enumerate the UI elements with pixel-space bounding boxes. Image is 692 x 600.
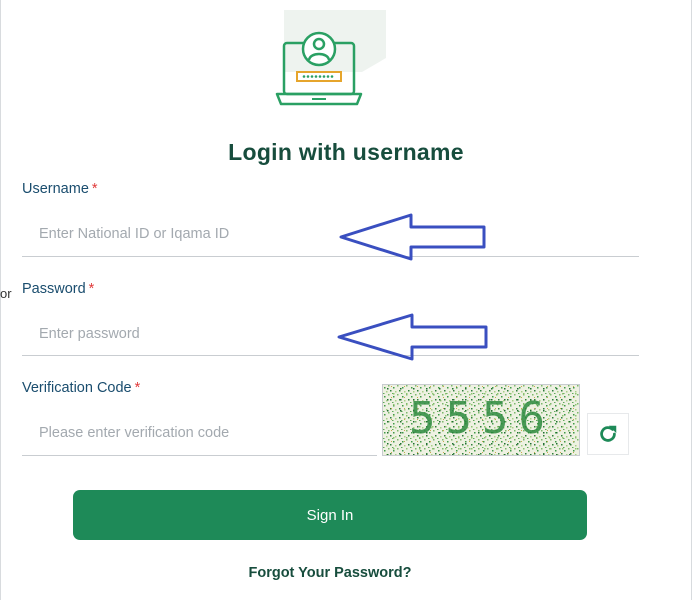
refresh-icon [600,425,617,442]
refresh-captcha-button[interactable] [587,413,629,455]
page-title: Login with username [228,139,464,165]
password-label: Password * [22,281,94,297]
forgot-password-link[interactable]: Forgot Your Password? [0,565,660,581]
captcha-text: 5556 [409,393,555,444]
arrow-left-icon [337,313,488,361]
required-mark: * [91,181,98,197]
verification-code-input[interactable] [22,411,377,456]
laptop-user-login-icon [275,10,386,106]
required-mark: * [88,281,95,297]
password-label-text: Password [22,281,86,297]
sign-in-button[interactable]: Sign In [73,490,587,540]
username-input[interactable] [22,212,639,257]
password-input[interactable] [22,312,639,356]
stray-text: or [0,286,12,301]
required-mark: * [134,380,141,396]
username-label: Username * [22,181,98,197]
verification-label: Verification Code * [22,380,140,396]
username-label-text: Username [22,181,89,197]
verification-label-text: Verification Code [22,380,132,396]
captcha-image: 5556 [382,384,580,456]
arrow-left-icon [339,213,486,261]
